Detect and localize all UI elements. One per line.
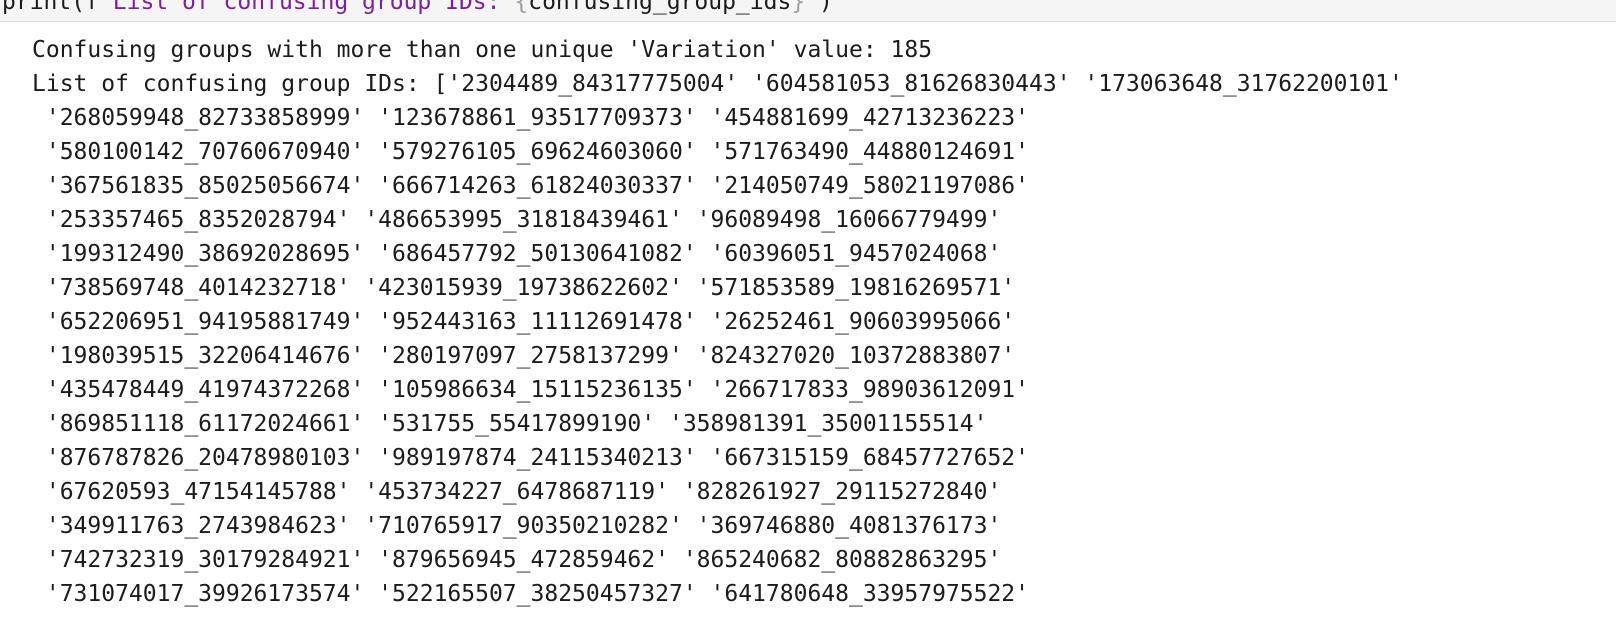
code-variable: confusing_group_ids: [528, 0, 792, 15]
output-list-line: '435478449_41974372268' '105986634_15115…: [32, 377, 1029, 403]
output-list-line: '67620593_47154145788' '453734227_647868…: [32, 479, 1002, 505]
code-cell[interactable]: print(f'List of confusing group IDs: {co…: [0, 0, 1616, 22]
output-list-line: '869851118_61172024661' '531755_55417899…: [32, 411, 988, 437]
output-list-line: '367561835_85025056674' '666714263_61824…: [32, 173, 1029, 199]
output-list-line: '268059948_82733858999' '123678861_93517…: [32, 105, 1029, 131]
code-suffix: '): [805, 0, 833, 15]
output-list-line: '742732319_30179284921' '879656945_47285…: [32, 547, 1002, 573]
output-list-line: '652206951_94195881749' '952443163_11112…: [32, 309, 1016, 335]
output-list-line: '253357465_8352028794' '486653995_318184…: [32, 207, 1002, 233]
output-list-line: '199312490_38692028695' '686457792_50130…: [32, 241, 1002, 267]
output-summary-line: Confusing groups with more than one uniq…: [32, 37, 933, 63]
output-list-line: '731074017_39926173574' '522165507_38250…: [32, 581, 1029, 607]
code-print-call: print(f': [2, 0, 113, 15]
output-list-line: '349911763_2743984623' '710765917_903502…: [32, 513, 1002, 539]
output-list-line: '738569748_4014232718' '423015939_197386…: [32, 275, 1016, 301]
code-string-literal: List of confusing group IDs:: [112, 0, 515, 15]
code-brace-open: {: [514, 0, 529, 15]
output-list-line: '198039515_32206414676' '280197097_27581…: [32, 343, 1016, 369]
output-list-line: '580100142_70760670940' '579276105_69624…: [32, 139, 1029, 165]
code-brace-close: }: [791, 0, 806, 15]
output-id-list: List of confusing group IDs: ['2304489_8…: [32, 67, 1616, 611]
output-list-line: List of confusing group IDs: ['2304489_8…: [32, 71, 1403, 97]
cell-output[interactable]: Confusing groups with more than one uniq…: [32, 33, 1616, 618]
code-line[interactable]: print(f'List of confusing group IDs: {co…: [2, 0, 833, 17]
output-list-line: '876787826_20478980103' '989197874_24115…: [32, 445, 1029, 471]
